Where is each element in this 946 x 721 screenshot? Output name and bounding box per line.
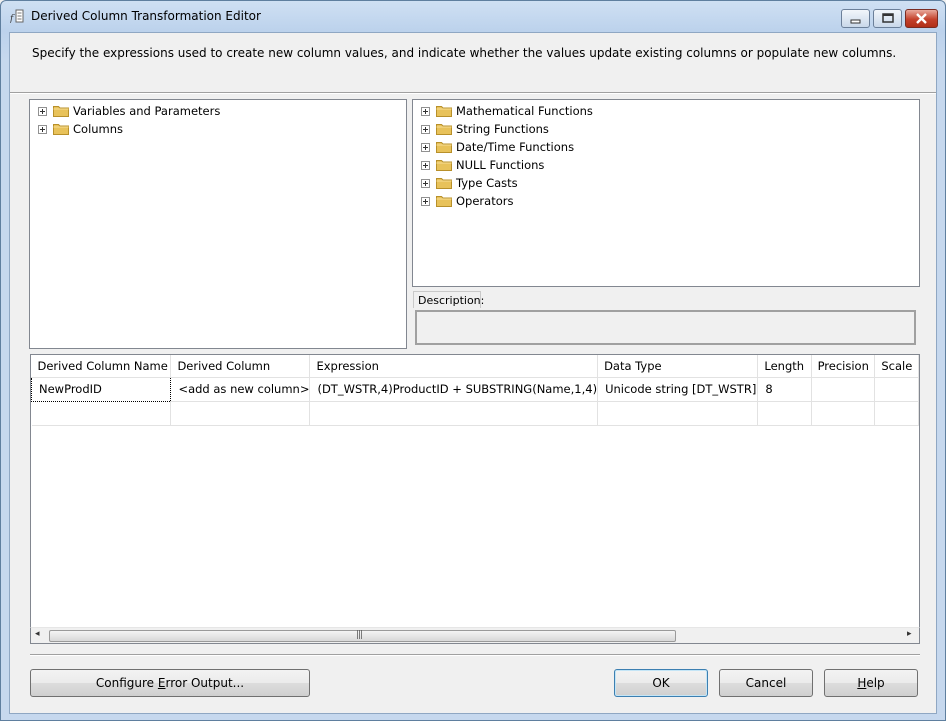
cell-expression[interactable]: (DT_WSTR,4)ProductID + SUBSTRING(Name,1,… <box>309 377 599 402</box>
tree-item-label: Variables and Parameters <box>73 104 221 118</box>
instructions-text: Specify the expressions used to create n… <box>32 46 897 60</box>
horizontal-scrollbar[interactable]: ◂ ||| ▸ <box>30 627 920 644</box>
cell-derived-column[interactable]: <add as new column> <box>170 377 311 402</box>
cell-empty[interactable] <box>597 401 759 426</box>
tree-item-label: NULL Functions <box>456 158 545 172</box>
window-title: Derived Column Transformation Editor <box>31 9 261 23</box>
tree-item-label: Date/Time Functions <box>456 140 575 154</box>
table-row[interactable]: NewProdID <add as new column> (DT_WSTR,4… <box>31 376 919 402</box>
folder-icon <box>436 124 452 135</box>
grip-icon: ||| <box>356 630 363 640</box>
folder-icon <box>436 142 452 153</box>
footer-divider <box>30 654 920 656</box>
functions-tree[interactable]: Mathematical Functions String Functions … <box>412 99 920 287</box>
cell-empty[interactable] <box>309 401 599 426</box>
header-divider <box>10 92 936 94</box>
cell-precision[interactable] <box>811 377 876 402</box>
title-bar[interactable]: f Derived Column Transformation Editor <box>1 1 945 31</box>
folder-icon <box>53 124 69 135</box>
accelerator-key: H <box>857 676 867 690</box>
description-box <box>415 310 916 345</box>
folder-icon <box>436 196 452 207</box>
cancel-button[interactable]: Cancel <box>719 669 813 697</box>
button-label: OK <box>652 676 670 690</box>
button-label: Cancel <box>745 676 787 690</box>
cell-empty[interactable] <box>170 401 311 426</box>
svg-text:f: f <box>10 14 15 23</box>
column-header-data-type[interactable]: Data Type <box>597 355 759 378</box>
folder-icon <box>436 106 452 117</box>
tree-item-label: Mathematical Functions <box>456 104 593 118</box>
expand-icon[interactable] <box>421 161 430 170</box>
derived-columns-grid[interactable]: Derived Column Name Derived Column Expre… <box>30 354 920 644</box>
cell-derived-column-name[interactable]: NewProdID <box>31 376 172 402</box>
expand-icon[interactable] <box>421 107 430 116</box>
column-header-precision[interactable]: Precision <box>811 355 876 378</box>
minimize-icon <box>850 19 861 24</box>
variables-columns-tree[interactable]: Variables and Parameters Columns <box>29 99 407 349</box>
button-label: elp <box>866 676 885 690</box>
scroll-right-icon[interactable]: ▸ <box>907 629 912 639</box>
cell-data-type[interactable]: Unicode string [DT_WSTR] <box>597 377 759 402</box>
folder-icon <box>436 160 452 171</box>
restore-icon <box>882 13 894 23</box>
grid-table: Derived Column Name Derived Column Expre… <box>31 355 919 426</box>
column-header-derived-column-name[interactable]: Derived Column Name <box>31 355 172 378</box>
maximize-button[interactable] <box>873 9 902 28</box>
scroll-left-icon[interactable]: ◂ <box>35 629 40 639</box>
cell-empty[interactable] <box>757 401 812 426</box>
column-header-expression[interactable]: Expression <box>309 355 599 378</box>
folder-icon <box>53 106 69 117</box>
tree-item-label: String Functions <box>456 122 549 136</box>
table-row-empty[interactable] <box>31 401 919 426</box>
ok-button[interactable]: OK <box>614 669 708 697</box>
description-label: Description: <box>413 291 484 308</box>
expand-icon[interactable] <box>421 143 430 152</box>
column-header-derived-column[interactable]: Derived Column <box>170 355 311 378</box>
button-label: rror Output... <box>165 676 245 690</box>
cell-empty[interactable] <box>874 401 919 426</box>
close-button[interactable] <box>905 9 938 28</box>
tree-item-label: Columns <box>73 122 124 136</box>
minimize-button[interactable] <box>841 9 870 28</box>
configure-error-output-button[interactable]: Configure Error Output... <box>30 669 310 697</box>
scrollbar-thumb[interactable]: ||| <box>49 630 676 642</box>
tree-item-label: Operators <box>456 194 514 208</box>
cell-empty[interactable] <box>31 401 172 426</box>
cell-length[interactable]: 8 <box>757 377 812 402</box>
expand-icon[interactable] <box>38 125 47 134</box>
column-header-scale[interactable]: Scale <box>874 355 919 378</box>
tree-item-label: Type Casts <box>456 176 518 190</box>
expand-icon[interactable] <box>421 125 430 134</box>
help-button[interactable]: Help <box>824 669 918 697</box>
expand-icon[interactable] <box>421 179 430 188</box>
dialog-body: Specify the expressions used to create n… <box>9 32 937 714</box>
dialog-window: f Derived Column Transformation Editor S… <box>0 0 946 721</box>
folder-icon <box>436 178 452 189</box>
close-icon <box>916 13 927 24</box>
cell-scale[interactable] <box>874 377 919 402</box>
grid-header-row: Derived Column Name Derived Column Expre… <box>31 355 919 378</box>
button-label: Configure <box>95 676 158 690</box>
expand-icon[interactable] <box>421 197 430 206</box>
column-header-length[interactable]: Length <box>757 355 812 378</box>
derived-column-icon: f <box>10 9 24 23</box>
expand-icon[interactable] <box>38 107 47 116</box>
cell-empty[interactable] <box>811 401 876 426</box>
